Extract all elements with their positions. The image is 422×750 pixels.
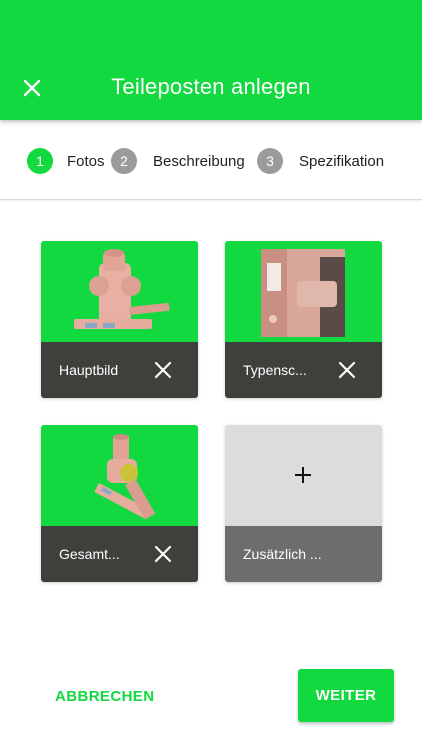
photo-thumbnail <box>41 425 198 526</box>
step-spezifikation[interactable]: 3 Spezifikation <box>257 148 384 174</box>
photo-caption-bar: Typensc... <box>225 342 382 398</box>
photo-caption-bar: Hauptbild <box>41 342 198 398</box>
step-beschreibung[interactable]: 2 Beschreibung <box>111 148 245 174</box>
stepper: 1 Fotos 2 Beschreibung 3 Spezifikation <box>0 120 422 200</box>
app-bar: Teileposten anlegen <box>0 0 422 120</box>
plus-icon[interactable] <box>293 465 313 485</box>
photo-tile-overview[interactable]: Gesamt... <box>41 425 198 582</box>
photo-label: Zusätzlich ... <box>243 546 322 562</box>
add-photo-tile[interactable]: Zusätzlich ... <box>225 425 382 582</box>
remove-photo-icon[interactable] <box>153 544 173 564</box>
step-label: Fotos <box>67 152 105 170</box>
step-label: Beschreibung <box>153 152 245 170</box>
step-number: 2 <box>111 148 137 174</box>
photo-caption-bar: Zusätzlich ... <box>225 526 382 582</box>
next-button[interactable]: WEITER <box>298 669 394 722</box>
step-label: Spezifikation <box>299 152 385 170</box>
step-fotos[interactable]: 1 Fotos <box>27 148 105 174</box>
remove-photo-icon[interactable] <box>337 360 357 380</box>
photo-label: Hauptbild <box>59 362 119 378</box>
page-title: Teileposten anlegen <box>111 74 311 99</box>
photo-label: Typensc... <box>243 362 307 378</box>
photo-thumbnail <box>225 241 382 342</box>
remove-photo-icon[interactable] <box>153 360 173 380</box>
step-number: 3 <box>257 148 283 174</box>
photo-tile-typeplate[interactable]: Typensc... <box>225 241 382 398</box>
photo-thumbnail <box>41 241 198 342</box>
photo-caption-bar: Gesamt... <box>41 526 198 582</box>
photo-label: Gesamt... <box>59 546 120 562</box>
empty-photo-slot <box>225 425 382 526</box>
cancel-button[interactable]: ABBRECHEN <box>40 676 169 716</box>
step-number: 1 <box>27 148 53 174</box>
photo-tile-main[interactable]: Hauptbild <box>41 241 198 398</box>
